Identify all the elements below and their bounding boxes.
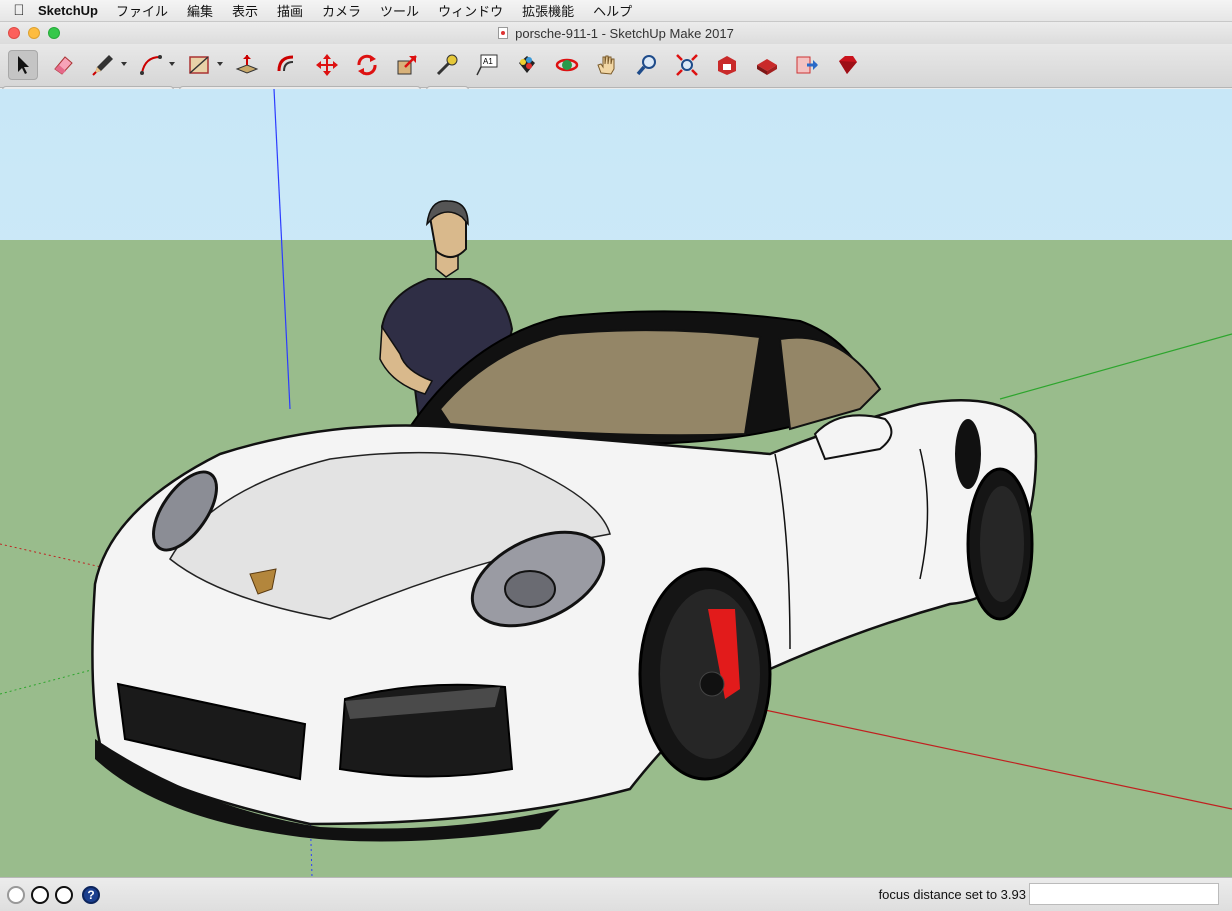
- extension-warehouse-tool-button[interactable]: [752, 50, 782, 80]
- window-title: porsche-911-1 - SketchUp Make 2017: [515, 25, 734, 41]
- 3d-warehouse-tool-button[interactable]: [712, 50, 742, 80]
- text-tool-button[interactable]: A1: [472, 50, 502, 80]
- extension-manager-tool-button[interactable]: [832, 50, 862, 80]
- tape-measure-icon: [436, 54, 458, 76]
- rectangle-tool-dropdown-icon[interactable]: [217, 62, 223, 66]
- push-pull-icon: [235, 55, 259, 74]
- credit-info-icon[interactable]: [31, 886, 49, 904]
- apple-menu-icon[interactable]: : [0, 2, 38, 19]
- green-axis: [999, 333, 1232, 400]
- red-axis: [759, 708, 1232, 810]
- menu-tools[interactable]: ツール: [380, 1, 419, 20]
- warehouse-icon: [718, 56, 736, 75]
- text-label-icon: A1: [476, 54, 498, 76]
- red-axis-dashed: [0, 543, 111, 570]
- arrow-cursor-icon: [18, 56, 29, 74]
- arc-tool-dropdown-icon[interactable]: [169, 62, 175, 66]
- user-account-icon[interactable]: [55, 886, 73, 904]
- zoom-tool-button[interactable]: [632, 50, 662, 80]
- menu-view[interactable]: 表示: [232, 1, 258, 20]
- line-tool-button[interactable]: [88, 50, 118, 80]
- title-bar[interactable]: porsche-911-1 - SketchUp Make 2017: [0, 22, 1232, 44]
- menu-file[interactable]: ファイル: [116, 1, 168, 20]
- pencil-icon: [92, 55, 113, 76]
- menu-window[interactable]: ウィンドウ: [438, 1, 503, 20]
- eraser-icon: [54, 56, 73, 75]
- move-arrows-icon: [316, 54, 338, 76]
- rotate-icon: [357, 54, 377, 76]
- orbit-icon: [555, 58, 579, 72]
- hand-icon: [597, 55, 615, 75]
- scale-tool-button[interactable]: [392, 50, 422, 80]
- zoom-extents-tool-button[interactable]: [672, 50, 702, 80]
- magnifier-icon: [636, 55, 656, 76]
- menu-edit[interactable]: 編集: [187, 1, 213, 20]
- main-toolbar: A1: [0, 44, 1232, 88]
- push-pull-tool-button[interactable]: [232, 50, 262, 80]
- pan-tool-button[interactable]: [592, 50, 622, 80]
- send-to-layout-icon: [796, 56, 818, 74]
- scale-icon: [397, 55, 417, 75]
- help-icon[interactable]: ?: [82, 886, 100, 904]
- eraser-tool-button[interactable]: [48, 50, 78, 80]
- menu-camera[interactable]: カメラ: [322, 1, 361, 20]
- select-tool-button[interactable]: [8, 50, 38, 80]
- paint-bucket-tool-button[interactable]: [512, 50, 542, 80]
- porsche-911-model: [91, 310, 1038, 842]
- extension-warehouse-icon: [757, 59, 777, 75]
- green-axis-dashed: [0, 668, 96, 695]
- status-bar: ? focus distance set to 3.93: [0, 877, 1232, 911]
- line-tool-dropdown-icon[interactable]: [121, 62, 127, 66]
- menu-extensions[interactable]: 拡張機能: [522, 1, 574, 20]
- status-message: focus distance set to 3.93: [878, 887, 1026, 902]
- measurements-input[interactable]: [1029, 883, 1219, 905]
- ruby-gem-icon: [839, 56, 857, 74]
- blue-axis: [273, 89, 291, 410]
- scene-canvas: [0, 89, 1232, 877]
- move-tool-button[interactable]: [312, 50, 342, 80]
- arc-tool-button[interactable]: [136, 50, 166, 80]
- menu-draw[interactable]: 描画: [277, 1, 303, 20]
- rectangle-icon: [189, 56, 209, 74]
- system-menubar:  SketchUp ファイル 編集 表示 描画 カメラ ツール ウィンドウ 拡…: [0, 0, 1232, 22]
- document-icon: [498, 27, 509, 39]
- svg-text:A1: A1: [483, 57, 493, 66]
- arc-icon: [140, 55, 162, 75]
- zoom-extents-icon: [676, 54, 698, 76]
- zoom-window-button[interactable]: [48, 27, 60, 39]
- offset-tool-button[interactable]: [272, 50, 302, 80]
- orbit-tool-button[interactable]: [552, 50, 582, 80]
- model-viewport[interactable]: [0, 89, 1232, 877]
- paint-bucket-icon: [519, 56, 535, 73]
- sketchup-window: porsche-911-1 - SketchUp Make 2017 A1 ? …: [0, 22, 1232, 911]
- send-to-layout-tool-button[interactable]: [792, 50, 822, 80]
- offset-icon: [277, 55, 294, 72]
- tape-measure-tool-button[interactable]: [432, 50, 462, 80]
- close-window-button[interactable]: [8, 27, 20, 39]
- rectangle-tool-button[interactable]: [184, 50, 214, 80]
- geo-location-icon[interactable]: [7, 886, 25, 904]
- menu-help[interactable]: ヘルプ: [593, 1, 632, 20]
- app-menu-sketchup[interactable]: SketchUp: [38, 3, 98, 18]
- rotate-tool-button[interactable]: [352, 50, 382, 80]
- minimize-window-button[interactable]: [28, 27, 40, 39]
